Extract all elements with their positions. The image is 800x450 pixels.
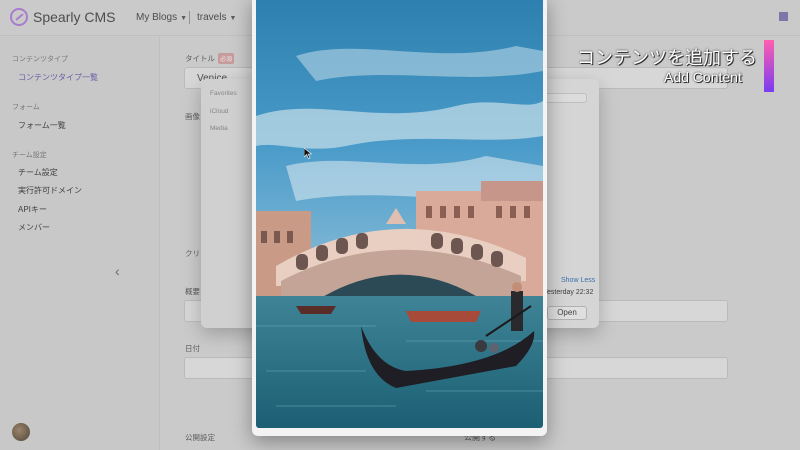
venice-photo-graphic xyxy=(256,0,543,428)
image-preview-window xyxy=(252,0,547,436)
venice-photo xyxy=(256,0,543,428)
overlay-accent-bar xyxy=(764,40,774,92)
overlay-title-en: Add Content xyxy=(664,69,742,85)
overlay-title-jp: コンテンツを追加する xyxy=(577,48,757,68)
mouse-cursor-icon xyxy=(303,146,313,164)
